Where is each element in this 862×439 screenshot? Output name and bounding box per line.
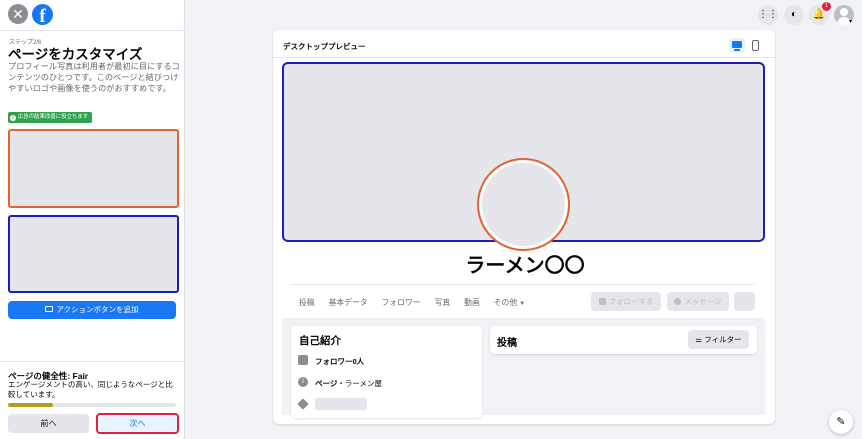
- info-icon: i: [10, 115, 16, 121]
- messenger-icon: [674, 298, 682, 305]
- button-icon: [45, 306, 54, 312]
- divider: [273, 57, 775, 58]
- tab-posts[interactable]: 投稿: [299, 297, 315, 308]
- message-button-label: メッセージ: [684, 297, 722, 306]
- panel-description: プロフィール写真は利用者が最初に目にするコンテンツのひとつです。このページと結び…: [8, 62, 180, 93]
- follow-icon: [598, 298, 606, 305]
- message-button[interactable]: メッセージ: [667, 292, 729, 311]
- intro-title: 自己紹介: [299, 335, 341, 347]
- messenger-icon[interactable]: ◐: [784, 5, 804, 25]
- panel-title: ページをカスタマイズ: [8, 47, 143, 62]
- add-action-button[interactable]: アクションボタンを追加: [8, 301, 176, 319]
- divider: [292, 284, 755, 285]
- page-category-prefix: ページ: [315, 379, 338, 388]
- menu-grid-icon[interactable]: ⋮⋮: [758, 5, 778, 25]
- page-health-bar-fill: [8, 403, 54, 407]
- followers-icon: [298, 355, 308, 365]
- desktop-preview-icon[interactable]: [729, 38, 745, 53]
- page-health-bar: [8, 403, 176, 407]
- filter-sliders-icon: ⚌: [695, 335, 705, 344]
- filter-button[interactable]: ⚌ フィルター: [688, 330, 749, 349]
- tab-about[interactable]: 基本データ: [329, 297, 368, 308]
- follow-button[interactable]: フォローする: [591, 292, 661, 311]
- next-button[interactable]: 次へ: [96, 413, 179, 434]
- tab-photos[interactable]: 写真: [435, 297, 451, 308]
- filter-button-label: フィルター: [704, 335, 742, 344]
- page-health-description: エンゲージメントの高い、同じようなページと比較しています。: [8, 380, 173, 399]
- profile-picture[interactable]: [477, 158, 570, 251]
- page-category-separator: ・: [337, 379, 345, 388]
- info-icon: i: [298, 377, 308, 387]
- more-options-button[interactable]: ···: [734, 292, 755, 311]
- tab-followers[interactable]: フォロワー: [382, 297, 421, 308]
- page-tabs: 投稿 基本データ フォロワー 写真 動画 その他 ▼: [299, 297, 539, 308]
- ad-results-badge: i 広告の結果改善に役立ちます: [8, 112, 93, 123]
- page-category: ページ・ラーメン屋: [315, 378, 382, 389]
- page-name: ラーメン〇〇: [465, 255, 585, 277]
- add-action-button-label: アクションボタンを追加: [56, 305, 139, 314]
- page-category-value: ラーメン屋: [344, 379, 383, 388]
- notification-badge: 1: [822, 2, 831, 11]
- followers-count: フォロワー0人: [315, 357, 365, 366]
- compose-edit-icon[interactable]: ✎: [829, 410, 853, 434]
- chevron-down-icon[interactable]: ▾: [849, 18, 852, 25]
- ad-results-label: 広告の結果改善に役立ちます: [18, 114, 89, 120]
- mobile-preview-icon[interactable]: [748, 38, 762, 53]
- tab-videos[interactable]: 動画: [464, 297, 480, 308]
- tab-more-label: その他: [493, 298, 518, 307]
- preview-title: デスクトッププレビュー: [283, 42, 366, 51]
- follow-button-label: フォローする: [608, 297, 654, 306]
- caret-down-icon: ▼: [519, 301, 526, 307]
- profile-photo-upload[interactable]: [8, 129, 179, 208]
- divider: [0, 30, 185, 31]
- cover-photo-upload[interactable]: [8, 215, 179, 293]
- posts-title: 投稿: [497, 338, 517, 349]
- tab-more[interactable]: その他 ▼: [494, 297, 525, 308]
- close-icon[interactable]: ✕: [8, 4, 28, 24]
- facebook-logo-icon[interactable]: f: [32, 4, 53, 25]
- previous-button[interactable]: 前へ: [8, 414, 89, 433]
- placeholder-skeleton: [315, 398, 367, 410]
